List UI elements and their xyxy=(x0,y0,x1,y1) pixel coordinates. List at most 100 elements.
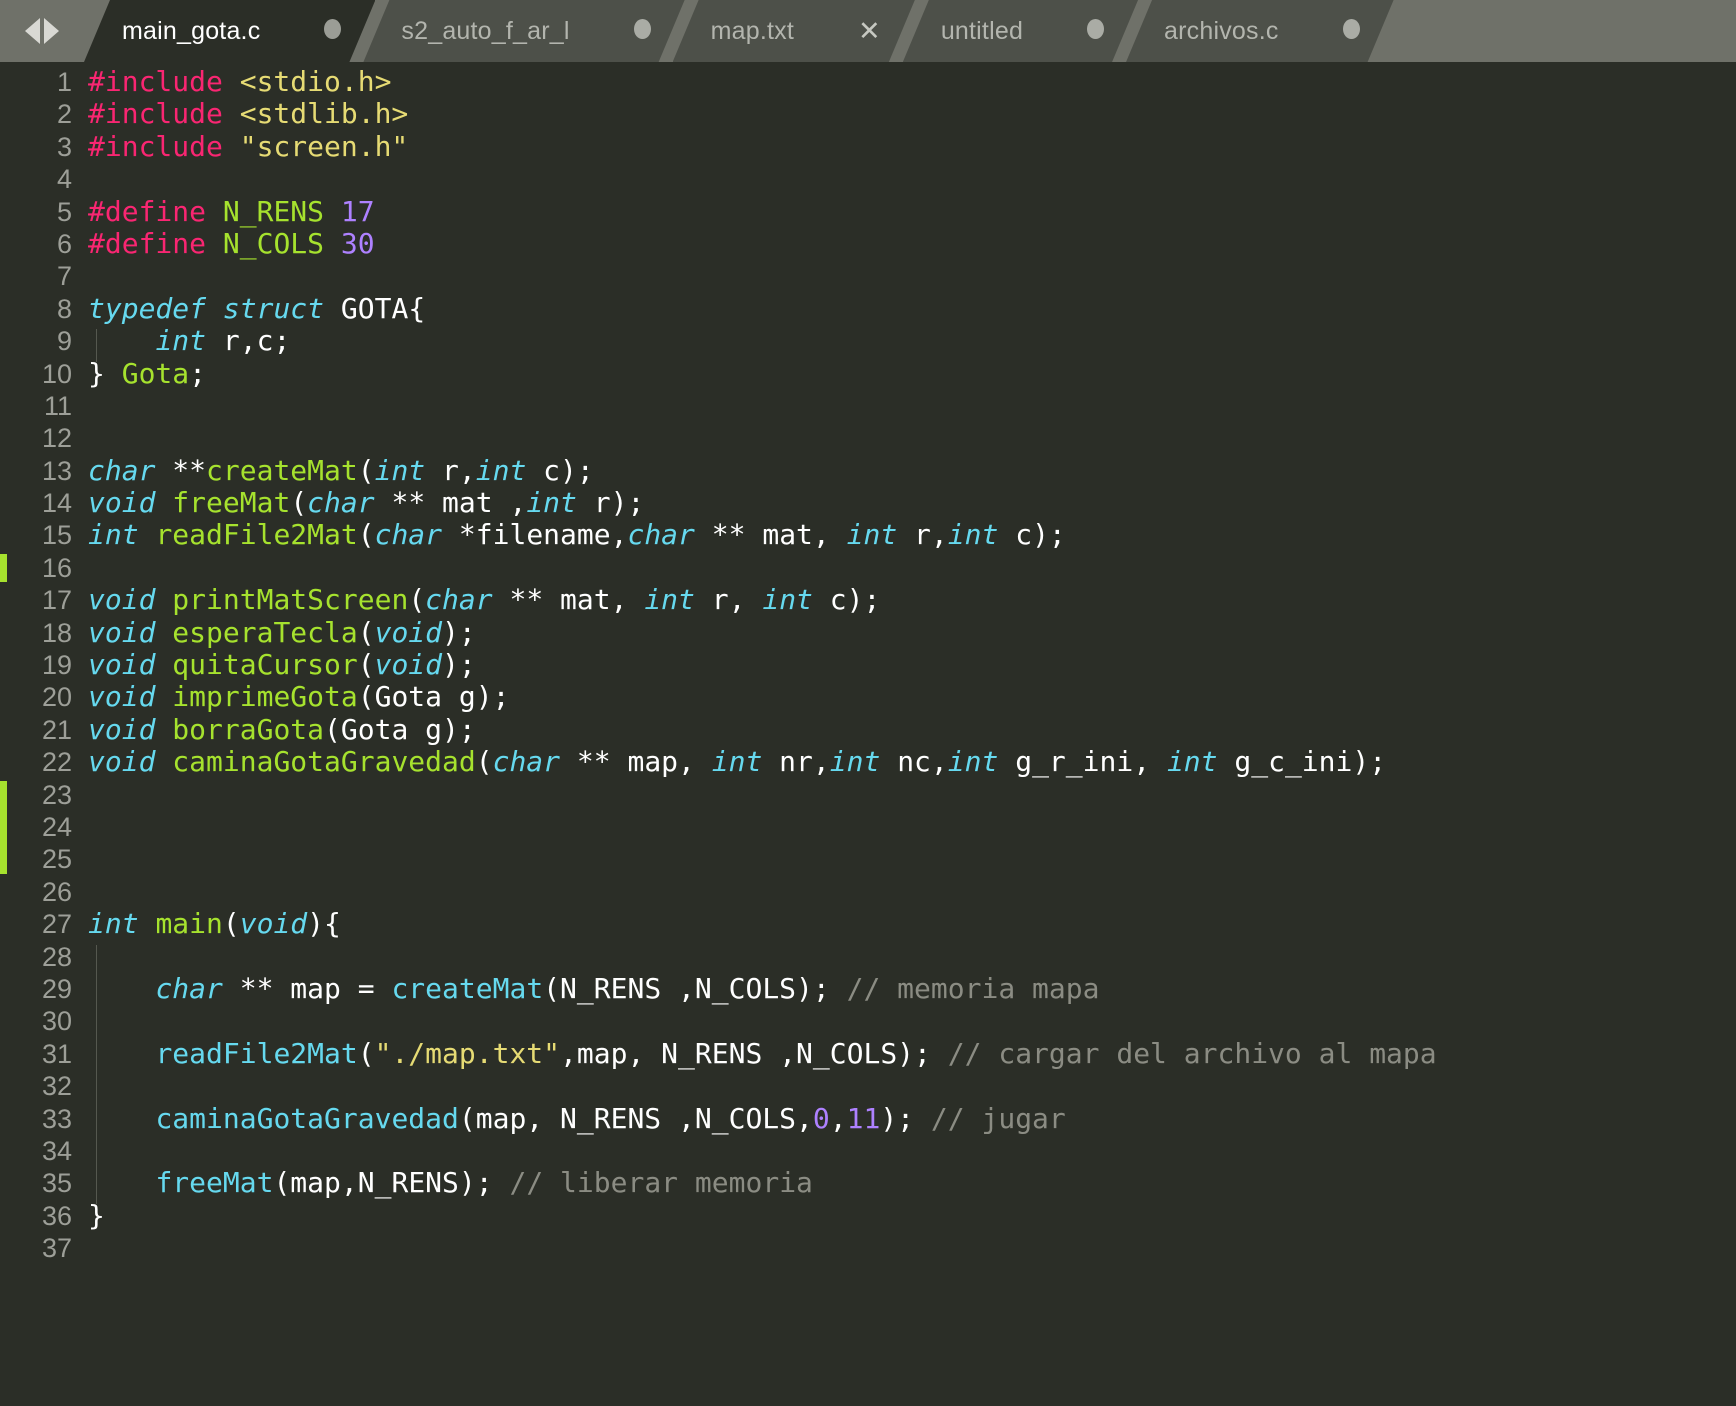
line-number: 16 xyxy=(41,552,72,583)
token-pln xyxy=(155,616,172,649)
code-line[interactable]: void imprimeGota(Gota g); xyxy=(88,681,1736,713)
code-line[interactable] xyxy=(88,779,1736,811)
line-number: 23 xyxy=(41,779,72,810)
token-cmt: // cargar del archivo al mapa xyxy=(947,1036,1437,1070)
token-pln: r, xyxy=(425,453,476,487)
token-kw: void xyxy=(88,680,156,714)
line-number: 37 xyxy=(41,1233,72,1264)
code-line[interactable] xyxy=(88,843,1736,875)
token-pln: ); xyxy=(442,615,476,649)
code-line[interactable] xyxy=(88,163,1736,195)
code-editor[interactable]: 1 2 3 4 5 6 7 8 9 10 11 12 13 14 15 16 17 18 19 20 21 22 23 24 2… xyxy=(0,62,1736,1406)
code-line[interactable] xyxy=(88,941,1736,973)
tab-map-txt[interactable]: map.txt ✕ xyxy=(673,0,915,62)
tab-s2-auto-f-ar-l[interactable]: s2_auto_f_ar_l xyxy=(363,0,684,62)
code-line[interactable]: freeMat(map,N_RENS); // liberar memoria xyxy=(88,1167,1736,1199)
code-line[interactable]: void borraGota(Gota g); xyxy=(88,713,1736,746)
line-number: 13 xyxy=(41,455,72,486)
token-pre: #include xyxy=(88,97,223,131)
token-kw: int xyxy=(526,486,577,520)
code-line[interactable]: typedef struct GOTA{ xyxy=(88,292,1736,325)
code-line[interactable]: #include <stdlib.h> xyxy=(88,98,1736,130)
line-number: 17 xyxy=(41,585,72,616)
token-pln: ( xyxy=(357,648,375,682)
token-pln xyxy=(88,972,155,1005)
code-line[interactable]: int r,c; xyxy=(88,324,1736,357)
line-number: 29 xyxy=(41,973,72,1004)
code-line[interactable] xyxy=(88,390,1736,422)
line-number: 1 xyxy=(56,67,72,97)
tab-archivos-c[interactable]: archivos.c xyxy=(1126,0,1394,62)
code-line[interactable]: #define N_COLS 30 xyxy=(88,227,1736,260)
tab-modified-dot-icon[interactable] xyxy=(324,19,341,43)
code-line[interactable] xyxy=(88,876,1736,908)
code-line[interactable] xyxy=(88,1232,1736,1264)
token-pln xyxy=(139,518,156,551)
code-area[interactable]: 1 2 3 4 5 6 7 8 9 10 11 12 13 14 15 16 17 18 19 20 21 22 23 24 2… xyxy=(0,62,1736,1264)
tab-bar: main_gota.c s2_auto_f_ar_l map.txt ✕ untitle… xyxy=(0,0,1736,62)
code-line[interactable]: } Gota; xyxy=(88,356,1736,390)
code-line[interactable]: void quitaCursor(void); xyxy=(88,648,1736,682)
tab-next-arrow-icon[interactable] xyxy=(44,18,59,44)
line-number: 4 xyxy=(56,164,72,195)
code-line[interactable]: int main(void){ xyxy=(88,907,1736,941)
token-pln: (map,N_RENS); xyxy=(273,1166,510,1200)
token-pln xyxy=(324,227,341,260)
code-line[interactable] xyxy=(88,552,1736,584)
code-line[interactable]: char **createMat(int r,int c); xyxy=(88,453,1736,487)
code-line[interactable] xyxy=(88,260,1736,292)
token-kw: void xyxy=(88,486,156,520)
token-kw: int xyxy=(88,518,139,552)
line-number: 11 xyxy=(43,390,72,421)
code-line[interactable] xyxy=(88,1135,1736,1167)
token-pln: *filename, xyxy=(442,518,628,552)
line-number: 21 xyxy=(41,714,72,745)
line-number: 10 xyxy=(41,358,72,389)
code-line[interactable]: void printMatScreen(char ** mat, int r, … xyxy=(88,584,1736,616)
tab-modified-dot-icon[interactable] xyxy=(1087,19,1104,43)
line-number: 24 xyxy=(41,811,72,842)
token-kw: int xyxy=(374,453,426,487)
code-line[interactable]: } xyxy=(88,1199,1736,1232)
token-kw: char xyxy=(627,518,695,552)
line-number: 2 xyxy=(56,99,72,130)
tab-modified-dot-icon[interactable] xyxy=(1343,19,1360,43)
code-content[interactable]: #include <stdio.h> #include <stdlib.h> #in… xyxy=(88,65,1736,1264)
tab-modified-dot-icon[interactable] xyxy=(634,19,651,43)
token-cmt: // memoria mapa xyxy=(846,971,1100,1005)
token-kw: void xyxy=(239,907,308,941)
code-line[interactable]: char ** map = createMat(N_RENS ,N_COLS);… xyxy=(88,971,1736,1005)
tab-close-icon[interactable]: ✕ xyxy=(858,18,881,45)
code-line[interactable]: void esperaTecla(void); xyxy=(88,615,1736,649)
tab-main-gota-c[interactable]: main_gota.c xyxy=(84,0,375,62)
code-line[interactable]: void freeMat(char ** mat ,int r); xyxy=(88,486,1736,520)
line-number: 26 xyxy=(41,876,72,907)
code-line[interactable]: #include "screen.h" xyxy=(88,130,1736,163)
tab-untitled[interactable]: untitled xyxy=(903,0,1138,62)
token-pln xyxy=(155,713,172,746)
token-cmt: // jugar xyxy=(930,1101,1066,1135)
token-fn: imprimeGota xyxy=(172,680,358,714)
token-fn: esperaTecla xyxy=(172,615,358,649)
code-line[interactable] xyxy=(88,1005,1736,1037)
token-kw: int xyxy=(1166,745,1218,779)
code-line[interactable]: #include <stdio.h> xyxy=(88,65,1736,98)
code-line[interactable] xyxy=(88,422,1736,454)
line-number: 25 xyxy=(41,844,72,875)
token-fn: Gota xyxy=(121,356,190,390)
code-line[interactable]: int readFile2Mat(char *filename,char ** … xyxy=(88,519,1736,551)
code-line[interactable] xyxy=(88,811,1736,843)
token-pln xyxy=(324,195,341,228)
tab-prev-arrow-icon[interactable] xyxy=(25,18,40,44)
code-line[interactable]: #define N_RENS 17 xyxy=(88,195,1736,228)
code-line[interactable]: readFile2Mat("./map.txt",map, N_RENS ,N_… xyxy=(88,1036,1736,1070)
code-line[interactable]: void caminaGotaGravedad(char ** map, int… xyxy=(88,746,1736,778)
token-fn: printMatScreen xyxy=(172,583,409,617)
line-number: 8 xyxy=(56,293,72,324)
token-num: 0 xyxy=(812,1101,830,1135)
code-line[interactable] xyxy=(88,1070,1736,1102)
token-call: createMat xyxy=(391,971,544,1005)
tab-nav-arrows[interactable] xyxy=(0,0,84,62)
token-pln: ); xyxy=(442,648,476,682)
code-line[interactable]: caminaGotaGravedad(map, N_RENS ,N_COLS,0… xyxy=(88,1101,1736,1135)
